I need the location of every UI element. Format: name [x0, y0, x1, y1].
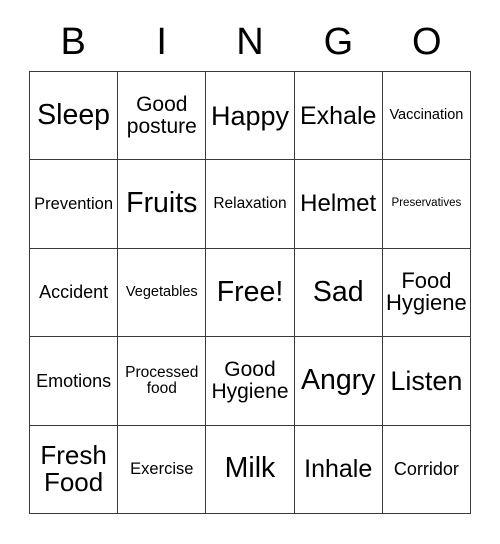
bingo-header-letter-i: I [156, 21, 167, 63]
bingo-cell[interactable]: Exhale [294, 72, 383, 161]
bingo-cell[interactable]: Food Hygiene [382, 248, 471, 338]
bingo-cell[interactable]: Emotions [30, 337, 119, 426]
bingo-cell-label: Helmet [300, 189, 377, 217]
bingo-cell-label: Angry [300, 364, 376, 397]
bingo-cell[interactable]: Preservatives [382, 160, 471, 249]
bingo-grid: Sleep Good posture Happy Exhale Vaccination P… [29, 71, 471, 514]
bingo-cell-label: Exercise [130, 459, 194, 478]
bingo-cell[interactable]: Accident [30, 248, 119, 338]
bingo-cell[interactable]: Vegetables [118, 248, 207, 338]
bingo-cell-label: Vegetables [125, 283, 198, 300]
bingo-cell-label: Listen [390, 365, 463, 396]
bingo-cell[interactable]: Fruits [118, 160, 207, 249]
bingo-cell[interactable]: Prevention [30, 160, 119, 249]
bingo-cell-label: Corridor [393, 458, 459, 479]
bingo-cell-label: Fresh Food [40, 440, 107, 498]
bingo-header-letter-b: B [60, 21, 86, 63]
bingo-cell[interactable]: Angry [294, 337, 383, 426]
bingo-cell[interactable]: Good posture [118, 72, 207, 161]
bingo-cell[interactable]: Listen [382, 337, 471, 426]
bingo-cell[interactable]: Vaccination [382, 72, 471, 161]
bingo-cell[interactable]: Exercise [118, 425, 207, 514]
bingo-cell[interactable]: Fresh Food [30, 425, 119, 514]
bingo-cell-label: Relaxation [213, 195, 287, 213]
bingo-cell[interactable]: Milk [206, 425, 295, 514]
bingo-cell-label: Exhale [299, 101, 377, 130]
bingo-free-space-cell[interactable]: Free! [206, 248, 295, 338]
bingo-cell[interactable]: Sleep [30, 72, 119, 161]
bingo-cell-label: Emotions [36, 370, 112, 391]
bingo-cell[interactable]: Helmet [294, 160, 383, 249]
bingo-cell[interactable]: Processed food [118, 337, 207, 426]
bingo-header-row: BINGO [29, 16, 471, 68]
bingo-cell-label: Happy [210, 100, 290, 131]
bingo-cell-label: Sad [312, 275, 364, 308]
bingo-cell-label: Processed food [125, 363, 199, 397]
bingo-header-letter-g: G [323, 21, 354, 63]
bingo-cell[interactable]: Sad [294, 248, 383, 338]
bingo-cell-label: Good Hygiene [211, 358, 289, 403]
bingo-cell[interactable]: Happy [206, 72, 295, 161]
bingo-cell-label: Milk [224, 452, 276, 485]
bingo-cell-label: Fruits [126, 187, 198, 220]
bingo-cell-label: Sleep [37, 98, 111, 131]
bingo-cell-label: Preservatives [391, 197, 462, 210]
bingo-cell-label: Free! [216, 275, 284, 308]
bingo-header-letter-o: O [412, 21, 442, 63]
bingo-cell-label: Vaccination [389, 107, 464, 124]
bingo-cell-label: Accident [39, 282, 109, 303]
bingo-cell-label: Food Hygiene [386, 267, 467, 316]
bingo-cell[interactable]: Corridor [382, 425, 471, 514]
bingo-cell-label: Inhale [304, 455, 373, 484]
bingo-cell[interactable]: Relaxation [206, 160, 295, 249]
bingo-header-letter-n: N [236, 21, 264, 63]
bingo-cell[interactable]: Good Hygiene [206, 337, 295, 426]
bingo-cell-label: Prevention [34, 194, 114, 213]
bingo-cell[interactable]: Inhale [294, 425, 383, 514]
bingo-card: B I N G O Sleep Good posture Happy Exhale Vaccin… [0, 0, 500, 544]
bingo-cell-label: Good posture [126, 92, 197, 138]
